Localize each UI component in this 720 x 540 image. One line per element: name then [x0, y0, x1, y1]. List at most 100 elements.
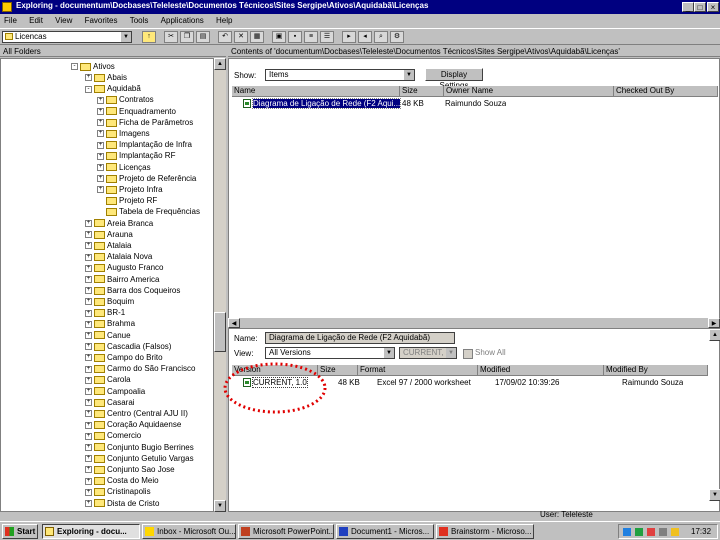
- expand-icon[interactable]: +: [97, 152, 104, 160]
- scroll-up-icon[interactable]: ▲: [214, 58, 226, 70]
- expand-icon[interactable]: +: [85, 399, 92, 407]
- copy-icon[interactable]: ❐: [180, 31, 194, 43]
- chevron-down-icon[interactable]: ▼: [384, 348, 394, 358]
- col-modified-by[interactable]: Modified By: [604, 365, 708, 376]
- expand-icon[interactable]: +: [85, 354, 92, 362]
- up-folder-icon[interactable]: ↑: [142, 31, 156, 43]
- small-icons-icon[interactable]: ▪: [288, 31, 302, 43]
- tree-item[interactable]: + Costa do Meio: [85, 475, 159, 486]
- checkout-icon[interactable]: ▸: [342, 31, 356, 43]
- expand-icon[interactable]: +: [85, 376, 92, 384]
- expand-icon[interactable]: +: [97, 96, 104, 104]
- task-powerpoint[interactable]: Microsoft PowerPoint...: [238, 524, 334, 539]
- expand-icon[interactable]: +: [97, 175, 104, 183]
- task-outlook[interactable]: Inbox - Microsoft Ou...: [142, 524, 236, 539]
- tree-item[interactable]: + Imagens: [97, 128, 150, 139]
- expand-icon[interactable]: +: [85, 309, 92, 317]
- tree-item[interactable]: + Centro (Central AJU II): [85, 408, 188, 419]
- tree-item[interactable]: + Boquim: [85, 296, 134, 307]
- menu-help[interactable]: Help: [216, 14, 232, 27]
- contents-pane[interactable]: Show: Items ▼ Display Settings Name Size…: [228, 58, 720, 328]
- expand-icon[interactable]: +: [85, 275, 92, 283]
- col-format[interactable]: Format: [358, 365, 478, 376]
- expand-icon[interactable]: +: [85, 499, 92, 507]
- show-all-checkbox[interactable]: [463, 349, 473, 359]
- tree-item[interactable]: + Carmo do São Francisco: [85, 363, 195, 374]
- tree-item[interactable]: + Atalaia Nova: [85, 251, 152, 262]
- large-icons-icon[interactable]: ▣: [272, 31, 286, 43]
- tree-item[interactable]: + Projeto Infra: [97, 184, 163, 195]
- volume-icon[interactable]: [659, 528, 667, 536]
- expand-icon[interactable]: +: [85, 421, 92, 429]
- tree-item[interactable]: + Casarai: [85, 397, 135, 408]
- antivirus-icon[interactable]: [635, 528, 643, 536]
- chevron-down-icon[interactable]: ▼: [446, 348, 456, 358]
- delete-icon[interactable]: ✕: [234, 31, 248, 43]
- expand-icon[interactable]: +: [85, 242, 92, 250]
- expand-icon[interactable]: +: [97, 141, 104, 149]
- expand-icon[interactable]: +: [85, 74, 92, 82]
- close-button[interactable]: ×: [707, 2, 719, 12]
- properties-icon[interactable]: ▦: [250, 31, 264, 43]
- expand-icon[interactable]: +: [97, 186, 104, 194]
- tree-item[interactable]: + Augusto Franco: [85, 262, 163, 273]
- expand-icon[interactable]: +: [85, 455, 92, 463]
- expand-icon[interactable]: +: [97, 163, 104, 171]
- menu-favorites[interactable]: Favorites: [85, 14, 118, 27]
- expand-icon[interactable]: +: [85, 343, 92, 351]
- tree-item[interactable]: + Licenças: [97, 162, 151, 173]
- chevron-down-icon[interactable]: ▼: [404, 70, 414, 80]
- expand-icon[interactable]: +: [85, 219, 92, 227]
- col-checked-out[interactable]: Checked Out By: [614, 86, 718, 97]
- tree-item[interactable]: + Campo do Brito: [85, 352, 163, 363]
- expand-icon[interactable]: +: [97, 107, 104, 115]
- task-word[interactable]: Document1 - Micros...: [336, 524, 434, 539]
- tree-item[interactable]: + Brahma: [85, 318, 135, 329]
- tree-item[interactable]: + Conjunto Getulio Vargas: [85, 453, 194, 464]
- task-brainstorm[interactable]: Brainstorm - Microso...: [436, 524, 534, 539]
- tree-item[interactable]: + Cristinapolis: [85, 486, 151, 497]
- tree-item[interactable]: + Implantação RF: [97, 150, 175, 161]
- cut-icon[interactable]: ✂: [164, 31, 178, 43]
- tree-item[interactable]: + Bairro America: [85, 274, 159, 285]
- tree-item[interactable]: + Cascadia (Falsos): [85, 341, 171, 352]
- expand-icon[interactable]: +: [97, 119, 104, 127]
- start-button[interactable]: Start: [2, 524, 38, 539]
- scroll-right-icon[interactable]: ▶: [708, 318, 720, 328]
- task-exploring[interactable]: Exploring - docu...: [42, 524, 140, 539]
- expand-icon[interactable]: +: [85, 231, 92, 239]
- tree-item[interactable]: + Enquadramento: [97, 106, 176, 117]
- expand-icon[interactable]: +: [85, 365, 92, 373]
- tree-item[interactable]: + Carola: [85, 374, 131, 385]
- expand-icon[interactable]: +: [85, 477, 92, 485]
- version-select[interactable]: CURRENT, 1.0 ▼: [399, 347, 457, 359]
- tree-item[interactable]: + Ficha de Parâmetros: [97, 117, 193, 128]
- col-name[interactable]: Name: [232, 86, 400, 97]
- tree-item[interactable]: + Dista de Cristo: [85, 498, 159, 509]
- scroll-thumb[interactable]: [214, 312, 226, 352]
- tree-item[interactable]: - Aquidabã: [85, 83, 141, 94]
- expand-icon[interactable]: +: [85, 410, 92, 418]
- top-hscroll[interactable]: ◀ ▶: [228, 318, 720, 328]
- tree-item[interactable]: + Arauna: [85, 229, 133, 240]
- tree-item[interactable]: + Atalaia: [85, 240, 131, 251]
- network-icon[interactable]: [623, 528, 631, 536]
- workflow-icon[interactable]: ⚙: [390, 31, 404, 43]
- menu-applications[interactable]: Applications: [161, 14, 204, 27]
- expand-icon[interactable]: +: [85, 443, 92, 451]
- scroll-left-icon[interactable]: ◀: [228, 318, 240, 328]
- expand-icon[interactable]: +: [85, 432, 92, 440]
- tree-item[interactable]: + Contratos: [97, 94, 154, 105]
- col-owner[interactable]: Owner Name: [444, 86, 614, 97]
- display-settings-button[interactable]: Display Settings: [425, 68, 483, 90]
- tree-item[interactable]: + Barra dos Coqueiros: [85, 285, 180, 296]
- scroll-down-icon[interactable]: ▼: [709, 489, 720, 501]
- tree-item[interactable]: Projeto RF: [97, 195, 157, 206]
- menu-view[interactable]: View: [55, 14, 72, 27]
- menu-tools[interactable]: Tools: [130, 14, 149, 27]
- maximize-button[interactable]: □: [694, 2, 706, 12]
- expand-icon[interactable]: +: [85, 387, 92, 395]
- show-select[interactable]: Items ▼: [265, 69, 415, 81]
- expand-icon[interactable]: +: [85, 320, 92, 328]
- menu-file[interactable]: File: [4, 14, 17, 27]
